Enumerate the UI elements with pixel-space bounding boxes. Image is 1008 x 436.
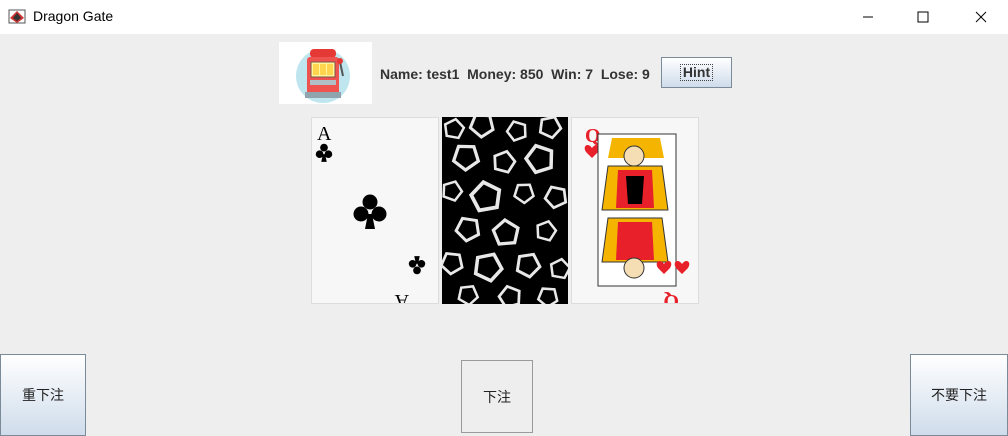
slot-machine-image [279,42,372,104]
minimize-button[interactable] [845,0,891,34]
window-title: Dragon Gate [33,8,114,24]
slot-machine-icon [296,49,350,103]
minimize-icon [863,16,873,18]
queen-of-hearts-card: Q Q [584,125,690,312]
card-game-icon [8,9,26,24]
face-down-card [442,117,568,304]
svg-text:Q: Q [663,290,679,303]
left-card: A A [311,117,439,312]
svg-text:A: A [317,123,332,145]
maximize-button[interactable] [900,0,946,34]
hint-button[interactable]: Hint [661,57,732,88]
title-bar: Dragon Gate [0,0,1008,34]
svg-text:A: A [394,290,409,303]
ace-of-clubs-card: A A [315,123,426,312]
right-card: Q Q [571,117,699,312]
no-bet-button[interactable]: 不要下注 [910,354,1008,436]
rebet-button[interactable]: 重下注 [0,354,86,436]
close-button[interactable] [958,0,1004,34]
player-info: Name: test1 Money: 850 Win: 7 Lose: 9 [380,66,650,82]
maximize-icon [917,11,929,23]
bet-button[interactable]: 下注 [461,360,533,433]
card-back-pattern [442,117,568,304]
close-icon [975,11,987,23]
hint-label: Hint [679,64,714,81]
